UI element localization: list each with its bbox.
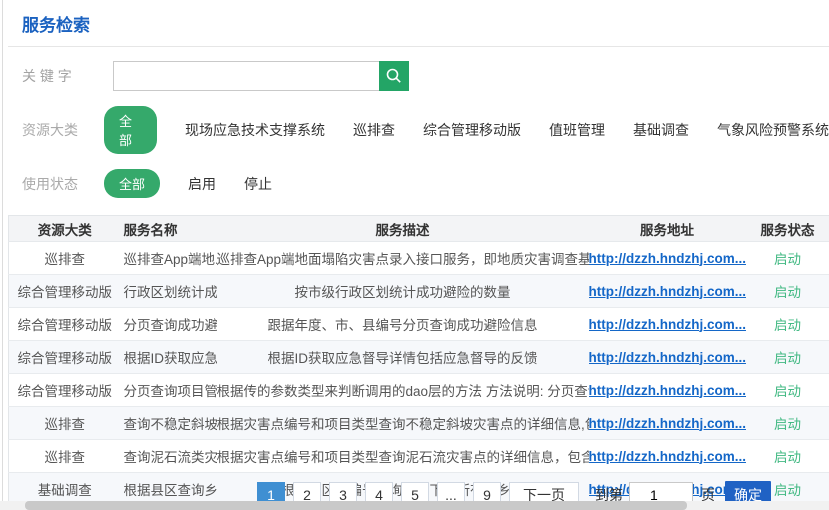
cell-service-name: 巡排查App端地...: [121, 242, 217, 275]
cell-description: 巡排查App端地面塌陷灾害点录入接口服务，即地质灾害调查基本信...: [217, 242, 589, 275]
filter-option-duty-management[interactable]: 值班管理: [549, 120, 605, 140]
header-service-name: 服务名称: [121, 216, 217, 242]
header-service-status: 服务状态: [746, 216, 829, 242]
service-url-link[interactable]: http://dzzh.hndzhj.com...: [589, 251, 746, 266]
resource-category-options: 全部 现场应急技术支撑系统 巡排查 综合管理移动版 值班管理 基础调查 气象风险…: [104, 106, 829, 154]
table-row: 综合管理移动版 分页查询项目管... 根据传的参数类型来判断调用的dao层的方法…: [9, 374, 829, 407]
cell-description: 根据ID获取应急督导详情包括应急督导的反馈: [217, 341, 589, 374]
cell-description: 跟据年度、市、县编号分页查询成功避险信息: [217, 308, 589, 341]
status-option-stopped[interactable]: 停止: [244, 174, 272, 194]
cell-category: 综合管理移动版: [9, 308, 121, 341]
filter-option-weather-risk-warning[interactable]: 气象风险预警系统: [717, 120, 829, 140]
filter-option-mobile-management[interactable]: 综合管理移动版: [423, 120, 521, 140]
table-header-row: 资源大类 服务名称 服务描述 服务地址 服务状态: [9, 216, 829, 242]
table-row: 综合管理移动版 分页查询成功避... 跟据年度、市、县编号分页查询成功避险信息 …: [9, 308, 829, 341]
status-badge: 启动: [774, 384, 801, 399]
table-row: 综合管理移动版 根据ID获取应急... 根据ID获取应急督导详情包括应急督导的反…: [9, 341, 829, 374]
service-url-link[interactable]: http://dzzh.hndzhj.com...: [589, 284, 746, 299]
resource-category-label: 资源大类: [22, 120, 84, 140]
cell-description: 根据灾害点编号和项目类型查询不稳定斜坡灾害点的详细信息,包括详...: [217, 407, 589, 440]
cell-category: 巡排查: [9, 407, 121, 440]
filter-row-resource-category: 资源大类 全部 现场应急技术支撑系统 巡排查 综合管理移动版 值班管理 基础调查…: [22, 106, 829, 154]
service-url-link[interactable]: http://dzzh.hndzhj.com...: [589, 383, 746, 398]
header-resource-category: 资源大类: [9, 216, 121, 242]
title-divider: [8, 46, 829, 47]
cell-service-name: 分页查询成功避...: [121, 308, 217, 341]
cell-description: 根据传的参数类型来判断调用的dao层的方法 方法说明: 分页查询 调...: [217, 374, 589, 407]
service-url-link[interactable]: http://dzzh.hndzhj.com...: [589, 416, 746, 431]
service-url-link[interactable]: http://dzzh.hndzhj.com...: [589, 350, 746, 365]
cell-category: 巡排查: [9, 440, 121, 473]
table-row: 巡排查 巡排查App端地... 巡排查App端地面塌陷灾害点录入接口服务，即地质…: [9, 242, 829, 275]
cell-service-name: 分页查询项目管...: [121, 374, 217, 407]
keyword-search-row: 关 键 字: [22, 61, 829, 91]
page-title: 服务检索: [0, 0, 829, 36]
table-row: 巡排查 查询不稳定斜坡... 根据灾害点编号和项目类型查询不稳定斜坡灾害点的详细…: [9, 407, 829, 440]
status-badge: 启动: [774, 318, 801, 333]
filter-option-patrol-check[interactable]: 巡排查: [353, 120, 395, 140]
header-service-description: 服务描述: [217, 216, 589, 242]
cell-service-name: 查询泥石流类灾...: [121, 440, 217, 473]
status-badge: 启动: [774, 450, 801, 465]
status-badge: 启动: [774, 252, 801, 267]
horizontal-scrollbar-track[interactable]: [0, 501, 829, 510]
horizontal-scrollbar-thumb[interactable]: [25, 501, 687, 510]
search-box: [113, 61, 409, 91]
filter-row-usage-status: 使用状态 全部 启用 停止: [22, 169, 829, 198]
usage-status-label: 使用状态: [22, 174, 84, 194]
table-row: 巡排查 查询泥石流类灾... 根据灾害点编号和项目类型查询泥石流灾害点的详细信息…: [9, 440, 829, 473]
cell-category: 巡排查: [9, 242, 121, 275]
service-table: 资源大类 服务名称 服务描述 服务地址 服务状态 巡排查 巡排查App端地...…: [8, 215, 829, 506]
service-url-link[interactable]: http://dzzh.hndzhj.com...: [589, 317, 746, 332]
search-button[interactable]: [379, 61, 409, 91]
cell-description: 按市级行政区划统计成功避险的数量: [217, 275, 589, 308]
cell-description: 根据灾害点编号和项目类型查询泥石流灾害点的详细信息，包含两卡...: [217, 440, 589, 473]
cell-category: 综合管理移动版: [9, 374, 121, 407]
status-badge: 启动: [774, 351, 801, 366]
cell-service-name: 查询不稳定斜坡...: [121, 407, 217, 440]
usage-status-options: 全部 启用 停止: [104, 169, 272, 198]
status-badge: 启动: [774, 483, 801, 498]
cell-category: 综合管理移动版: [9, 275, 121, 308]
cell-category: 综合管理移动版: [9, 341, 121, 374]
cell-service-name: 行政区划统计成...: [121, 275, 217, 308]
service-search-page: 服务检索 关 键 字 资源大类 全部 现场应急技术支撑系统 巡排查 综合管理移动…: [0, 0, 829, 510]
keyword-input[interactable]: [113, 61, 379, 91]
page-left-border: [2, 0, 3, 510]
filter-option-basic-survey[interactable]: 基础调查: [633, 120, 689, 140]
filter-option-all-selected[interactable]: 全部: [104, 106, 157, 154]
filter-option-onsite-emergency[interactable]: 现场应急技术支撑系统: [185, 120, 325, 140]
keyword-label: 关 键 字: [22, 66, 84, 86]
search-icon: [385, 67, 403, 85]
status-badge: 启动: [774, 417, 801, 432]
status-option-enabled[interactable]: 启用: [188, 174, 216, 194]
table-row: 综合管理移动版 行政区划统计成... 按市级行政区划统计成功避险的数量 http…: [9, 275, 829, 308]
status-badge: 启动: [774, 285, 801, 300]
header-service-address: 服务地址: [589, 216, 746, 242]
service-url-link[interactable]: http://dzzh.hndzhj.com...: [589, 449, 746, 464]
status-option-all-selected[interactable]: 全部: [104, 169, 160, 198]
cell-service-name: 根据ID获取应急...: [121, 341, 217, 374]
